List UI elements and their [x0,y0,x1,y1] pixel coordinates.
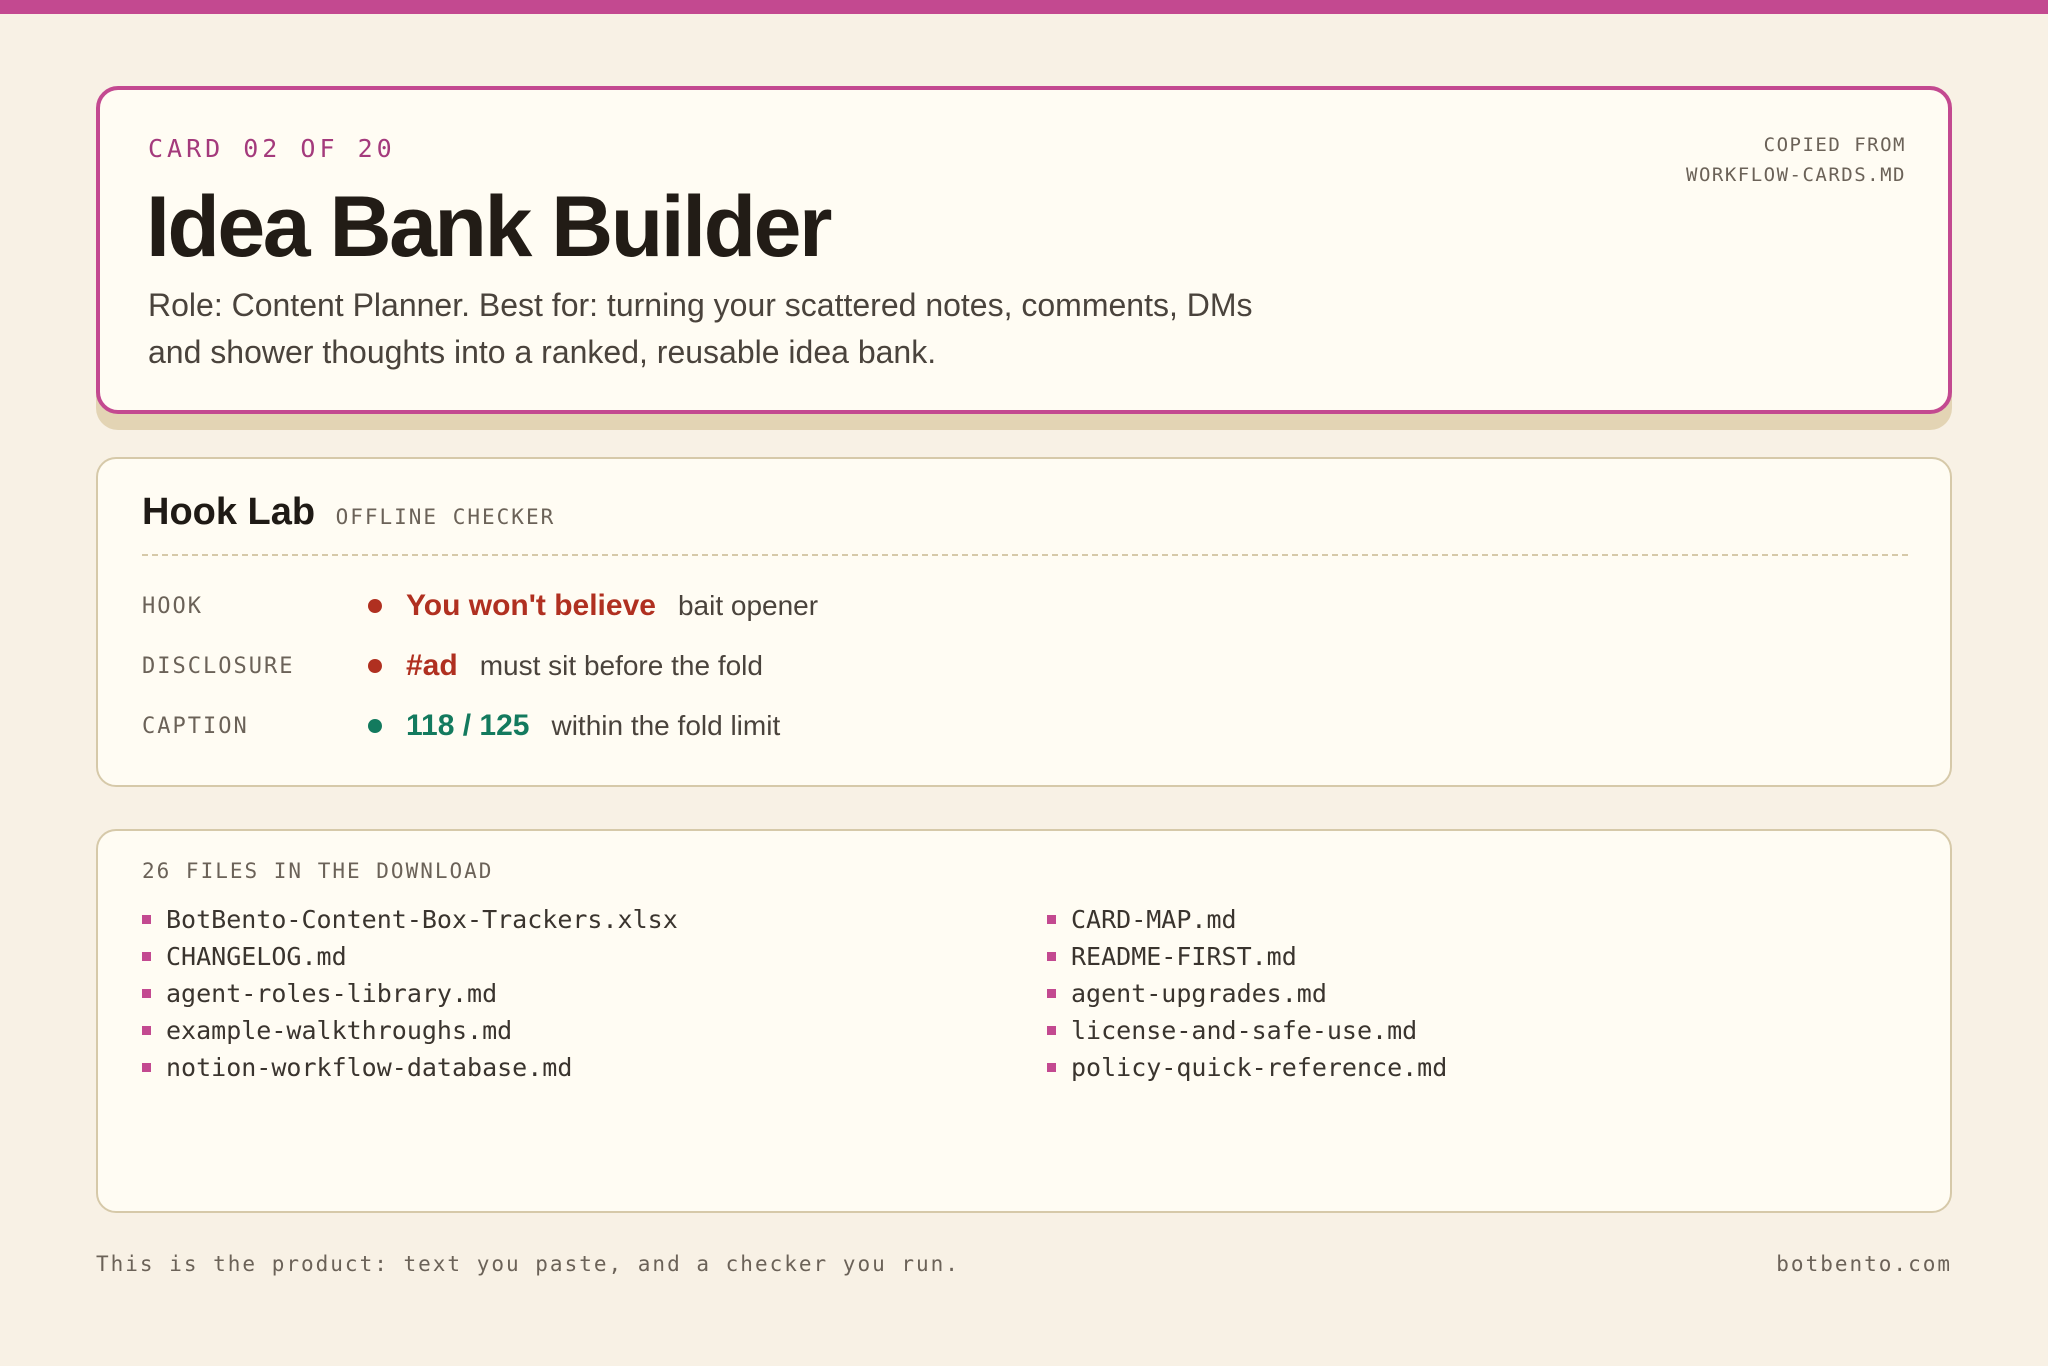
card-description: Role: Content Planner. Best for: turning… [148,287,1253,370]
bullet-icon [142,1026,151,1035]
hook-lab-subtitle: OFFLINE CHECKER [335,505,556,529]
files-panel: 26 FILES IN THE DOWNLOAD BotBento-Conten… [96,829,1952,1213]
check-row-disclosure: DISCLOSURE #ad must sit before the fold [142,646,763,686]
check-value: 118 / 125 [406,709,530,742]
check-note: within the fold limit [551,710,781,741]
files-heading: 26 FILES IN THE DOWNLOAD [142,859,494,883]
file-name: example-walkthroughs.md [166,1016,513,1045]
source-file: WORKFLOW-CARDS.MD [1686,164,1906,186]
footer-tagline: This is the product: text you paste, and… [96,1252,960,1276]
list-item: CARD-MAP.md [1047,901,1447,938]
check-value: #ad [406,649,458,682]
list-item: example-walkthroughs.md [142,1012,678,1049]
list-item: BotBento-Content-Box-Trackers.xlsx [142,901,678,938]
list-item: notion-workflow-database.md [142,1049,678,1086]
check-label: CAPTION [142,713,249,739]
footer-site-link[interactable]: botbento.com [1776,1252,1952,1276]
bullet-icon [1047,1026,1056,1035]
bullet-icon [1047,989,1056,998]
bullet-icon [142,952,151,961]
check-label: DISCLOSURE [142,653,295,679]
hook-lab-panel: Hook Lab OFFLINE CHECKER HOOK You won't … [96,457,1952,787]
file-name: BotBento-Content-Box-Trackers.xlsx [166,905,678,934]
file-name: license-and-safe-use.md [1071,1016,1418,1045]
check-value: You won't believe [406,589,656,622]
top-accent-bar [0,0,2048,14]
check-note: must sit before the fold [479,650,763,681]
list-item: license-and-safe-use.md [1047,1012,1447,1049]
file-name: notion-workflow-database.md [166,1053,573,1082]
check-label: HOOK [142,593,203,619]
divider [142,554,1908,556]
list-item: agent-upgrades.md [1047,975,1447,1012]
file-name: CHANGELOG.md [166,942,347,971]
bullet-icon [142,915,151,924]
bullet-icon [1047,915,1056,924]
hook-lab-header: Hook Lab OFFLINE CHECKER [142,491,555,534]
hook-lab-title: Hook Lab [142,491,316,533]
check-row-caption: CAPTION 118 / 125 within the fold limit [142,706,780,746]
list-item: README-FIRST.md [1047,938,1447,975]
check-row-hook: HOOK You won't believe bait opener [142,586,818,626]
file-name: CARD-MAP.md [1071,905,1237,934]
bullet-icon [1047,1063,1056,1072]
list-item: CHANGELOG.md [142,938,678,975]
file-name: agent-upgrades.md [1071,979,1327,1008]
source-note: COPIED FROM WORKFLOW-CARDS.MD [1686,130,1906,190]
bullet-icon [1047,952,1056,961]
bullet-icon [142,989,151,998]
file-list-right: CARD-MAP.md README-FIRST.md agent-upgrad… [1047,901,1447,1086]
source-label: COPIED FROM [1763,134,1906,156]
file-name: policy-quick-reference.md [1071,1053,1448,1082]
file-name: README-FIRST.md [1071,942,1297,971]
pass-status-dot [368,719,382,733]
fail-status-dot [368,659,382,673]
hero-card: CARD 02 OF 20 Idea Bank Builder Role: Co… [96,86,1952,414]
list-item: agent-roles-library.md [142,975,678,1012]
fail-status-dot [368,599,382,613]
file-list-left: BotBento-Content-Box-Trackers.xlsx CHANG… [142,901,678,1086]
page-title: Idea Bank Builder [146,179,832,275]
file-name: agent-roles-library.md [166,979,498,1008]
check-note: bait opener [677,590,819,621]
bullet-icon [142,1063,151,1072]
card-counter: CARD 02 OF 20 [148,134,396,163]
list-item: policy-quick-reference.md [1047,1049,1447,1086]
